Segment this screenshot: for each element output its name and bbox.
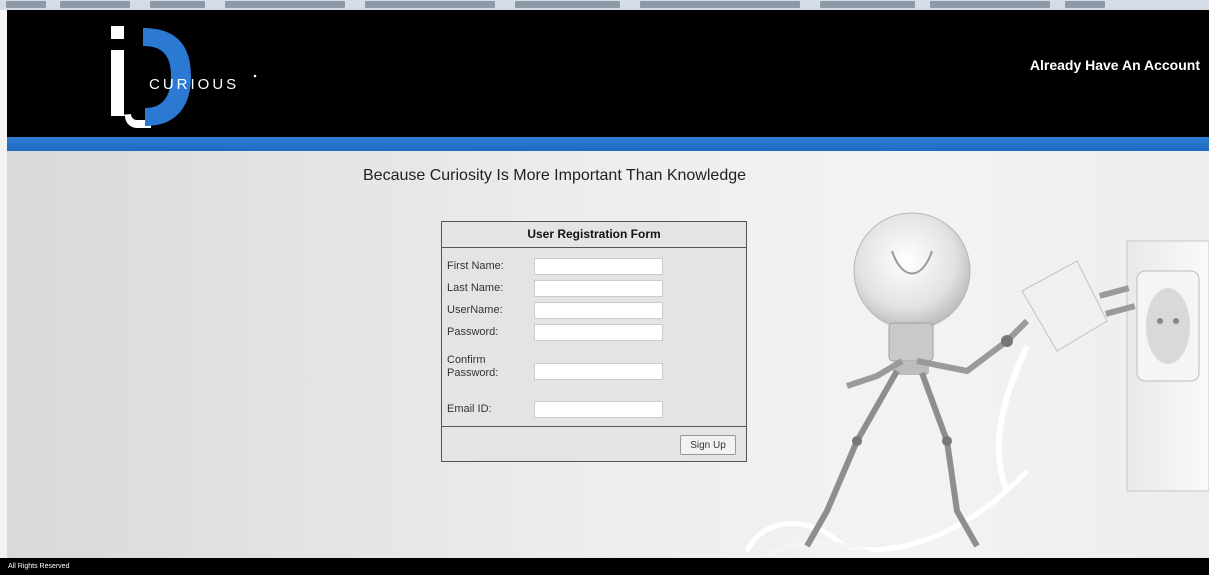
already-have-account-link[interactable]: Already Have An Account bbox=[1030, 57, 1200, 73]
main-content: Because Curiosity Is More Important Than… bbox=[7, 151, 1209, 558]
email-label: Email ID: bbox=[447, 403, 492, 415]
site-footer: All Rights Reserved bbox=[0, 558, 1209, 575]
logo-wordmark: CURIOUS bbox=[149, 76, 240, 93]
first-name-label: First Name: bbox=[447, 260, 504, 272]
username-input[interactable] bbox=[534, 302, 663, 319]
lightbulb-plug-illustration bbox=[744, 212, 1209, 558]
registration-form: User Registration Form First Name: Last … bbox=[441, 221, 747, 462]
last-name-label: Last Name: bbox=[447, 282, 504, 294]
username-label: UserName: bbox=[447, 304, 503, 316]
header-accent-bar bbox=[7, 137, 1209, 151]
page-tagline: Because Curiosity Is More Important Than… bbox=[363, 167, 747, 184]
form-footer: Sign Up bbox=[442, 426, 746, 461]
confirm-password-label: Confirm Password: bbox=[447, 354, 499, 379]
form-fields: First Name: Last Name: UserName: Passwor… bbox=[442, 248, 746, 428]
site-header: CURIOUS Already Have An Account bbox=[7, 10, 1209, 137]
copyright-text: All Rights Reserved bbox=[8, 563, 70, 570]
last-name-input[interactable] bbox=[534, 280, 663, 297]
first-name-input[interactable] bbox=[534, 258, 663, 275]
password-input[interactable] bbox=[534, 324, 663, 341]
email-input[interactable] bbox=[534, 401, 663, 418]
window-left-edge bbox=[0, 10, 7, 558]
form-title: User Registration Form bbox=[442, 222, 746, 248]
confirm-password-input[interactable] bbox=[534, 363, 663, 380]
password-label: Password: bbox=[447, 326, 499, 338]
